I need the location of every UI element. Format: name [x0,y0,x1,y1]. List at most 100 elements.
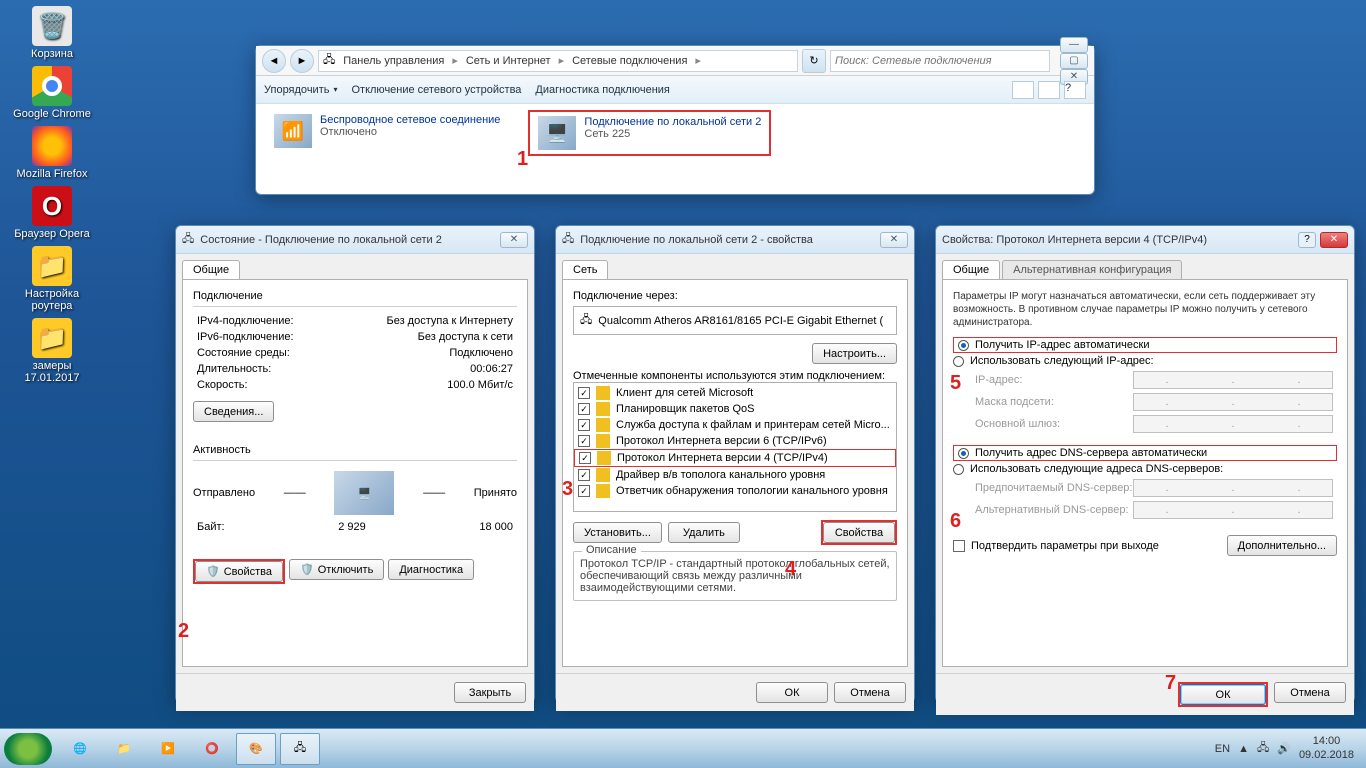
details-button[interactable]: Сведения... [193,401,274,422]
callout-7: 7 [1165,672,1176,695]
install-button[interactable]: Установить... [573,522,662,543]
callout-6: 6 [950,510,961,533]
taskbar-clock[interactable]: 14:0009.02.2018 [1299,735,1354,761]
search-input[interactable] [830,50,1050,72]
ok-button[interactable]: ОК [756,682,828,703]
properties-dialog: 🖧Подключение по локальной сети 2 - свойс… [555,225,915,703]
component-item[interactable]: ✓Протокол Интернета версии 6 (TCP/IPv6) [574,433,896,449]
connection-title: Подключение по локальной сети 2 [584,116,761,128]
radio-auto-dns[interactable]: Получить адрес DNS-сервера автоматически [953,445,1337,461]
checkbox-icon[interactable]: ✓ [578,469,590,481]
desktop-icon-chrome[interactable]: Google Chrome [12,66,92,120]
desktop-icon-opera[interactable]: Браузер Opera [12,186,92,240]
taskbar-paint[interactable]: 🎨 [236,733,276,765]
desktop-icon-router[interactable]: 📁Настройка роутера [12,246,92,312]
address-bar[interactable]: 🖧 Панель управления▸ Сеть и Интернет▸ Се… [318,50,798,72]
checkbox-icon[interactable]: ✓ [579,452,591,464]
component-item[interactable]: ✓Клиент для сетей Microsoft [574,385,896,401]
checkbox-icon[interactable]: ✓ [578,435,590,447]
component-properties-button[interactable]: Свойства [823,522,895,543]
checkbox-icon[interactable]: ✓ [578,419,590,431]
help-button[interactable]: ? [1064,81,1086,99]
status-panel: Подключение IPv4-подключение:Без доступа… [182,279,528,667]
component-item[interactable]: ✓Планировщик пакетов QoS [574,401,896,417]
dns1-input: ... [1133,479,1333,497]
disable-button[interactable]: 🛡️Отключить [289,559,384,580]
maximize-button[interactable]: ▢ [1060,53,1088,69]
organize-menu[interactable]: Упорядочить▾ [264,84,337,96]
checkbox-icon[interactable]: ✓ [578,485,590,497]
remove-button[interactable]: Удалить [668,522,740,543]
components-list[interactable]: ✓Клиент для сетей Microsoft ✓Планировщик… [573,382,897,512]
tab-general[interactable]: Общие [942,260,1000,279]
connection-lan[interactable]: 🖥️ Подключение по локальной сети 2 Сеть … [528,110,771,156]
adapter-field[interactable]: 🖧Qualcomm Atheros AR8161/8165 PCI-E Giga… [573,306,897,335]
close-button[interactable]: ✕ [880,232,908,248]
advanced-button[interactable]: Дополнительно... [1227,535,1337,556]
refresh-button[interactable]: ↻ [802,49,826,73]
taskbar-control[interactable]: 🖧 [280,733,320,765]
component-item[interactable]: ✓Ответчик обнаружения топологии канально… [574,483,896,499]
help-button[interactable]: ? [1298,232,1316,248]
nav-back-button[interactable]: ◄ [262,49,286,73]
connect-via-label: Подключение через: [573,290,897,302]
lang-indicator[interactable]: EN [1215,743,1230,755]
ip-label: IP-адрес: [975,374,1022,386]
network-icon: 🖧 [323,51,335,70]
opera-icon [32,186,72,226]
close-button[interactable]: Закрыть [454,682,526,703]
tcpip-panel: Параметры IP могут назначаться автоматич… [942,279,1348,667]
cancel-button[interactable]: Отмена [834,682,906,703]
taskbar-media[interactable]: ▶️ [148,733,188,765]
minimize-button[interactable]: — [1060,37,1088,53]
desktop-icon-firefox[interactable]: Mozilla Firefox [12,126,92,180]
tab-general[interactable]: Общие [182,260,240,279]
diagnose-button[interactable]: Диагностика [388,559,474,580]
ok-button[interactable]: ОК [1180,684,1266,705]
validate-checkbox[interactable]: Подтвердить параметры при выходе [953,536,1159,556]
tray-volume-icon[interactable]: 🔊 [1277,742,1291,755]
close-button[interactable]: ✕ [500,232,528,248]
activity-group-label: Активность [193,444,517,456]
desktop-icon-trash[interactable]: 🗑️Корзина [12,6,92,60]
taskbar-chrome[interactable]: ⭕ [192,733,232,765]
view-button[interactable] [1038,81,1060,99]
connections-area: 📶 Беспроводное сетевое соединение Отключ… [256,104,1094,162]
taskbar-explorer[interactable]: 📁 [104,733,144,765]
tab-alternate[interactable]: Альтернативная конфигурация [1002,260,1182,279]
taskbar-ie[interactable]: 🌐 [60,733,100,765]
sent-label: Отправлено [193,487,255,499]
view-button[interactable] [1012,81,1034,99]
component-icon [596,434,610,448]
radio-auto-ip[interactable]: Получить IP-адрес автоматически [953,337,1337,353]
component-item[interactable]: ✓Драйвер в/в тополога канального уровня [574,467,896,483]
start-button[interactable] [4,733,52,765]
component-item[interactable]: ✓Служба доступа к файлам и принтерам сет… [574,417,896,433]
status-dialog: 🖧Состояние - Подключение по локальной се… [175,225,535,703]
radio-manual-dns[interactable]: Использовать следующие адреса DNS-сервер… [953,461,1337,477]
properties-button[interactable]: 🛡️Свойства [195,561,283,582]
nav-fwd-button[interactable]: ► [290,49,314,73]
checkbox-icon[interactable]: ✓ [578,387,590,399]
radio-manual-ip[interactable]: Использовать следующий IP-адрес: [953,353,1337,369]
configure-button[interactable]: Настроить... [812,343,897,364]
checkbox-icon[interactable]: ✓ [578,403,590,415]
component-item-tcpipv4[interactable]: ✓Протокол Интернета версии 4 (TCP/IPv4) [574,449,896,467]
cancel-button[interactable]: Отмена [1274,682,1346,703]
tab-network[interactable]: Сеть [562,260,608,279]
tray-flag-icon[interactable]: ▲ [1238,743,1249,755]
folder-icon: 📁 [32,246,72,286]
close-button[interactable]: ✕ [1320,232,1348,248]
shield-icon: 🛡️ [300,563,314,576]
breadcrumb[interactable]: Сеть и Интернет [462,55,555,67]
tray-network-icon[interactable]: 🖧 [1257,739,1269,758]
folder-icon: 📁 [32,318,72,358]
diagnose-button[interactable]: Диагностика подключения [535,84,669,96]
disable-device-button[interactable]: Отключение сетевого устройства [351,84,521,96]
breadcrumb[interactable]: Сетевые подключения [568,55,691,67]
duration-label: Длительность: [197,363,271,375]
desktop-icon-zamery[interactable]: 📁замеры 17.01.2017 [12,318,92,384]
connection-wireless[interactable]: 📶 Беспроводное сетевое соединение Отключ… [266,110,508,156]
breadcrumb[interactable]: Панель управления [339,55,448,67]
callout-5: 5 [950,372,961,395]
